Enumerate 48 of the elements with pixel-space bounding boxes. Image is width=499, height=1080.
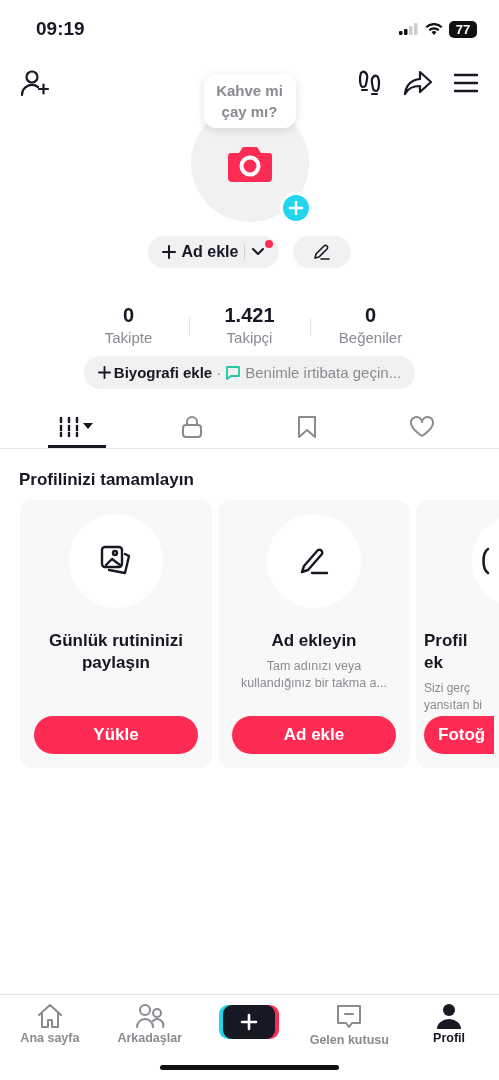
stat-label: Takipte — [104, 329, 153, 346]
lock-icon — [181, 415, 204, 439]
person-icon — [436, 1003, 463, 1029]
share-icon[interactable] — [403, 70, 433, 96]
add-friend-icon[interactable] — [20, 69, 50, 97]
pencil-icon — [313, 243, 332, 261]
card-action-button[interactable]: Fotoğ — [424, 716, 494, 754]
card-action-button[interactable]: Ad ekle — [232, 716, 396, 754]
plus-icon — [161, 245, 176, 259]
signal-icon — [399, 23, 419, 35]
card-title: Profil ek — [424, 630, 469, 674]
add-bio-link[interactable]: Biyografi ekle — [97, 364, 213, 381]
inbox-icon — [335, 1003, 364, 1031]
card-description: Sizi gerç yansıtan bi — [424, 680, 484, 714]
home-icon — [35, 1003, 64, 1029]
stat-label: Takipçi — [226, 329, 273, 346]
chat-icon — [225, 364, 242, 381]
nav-tab[interactable]: Gelen kutusu — [299, 1003, 400, 1047]
add-name-button[interactable]: Ad ekle — [147, 236, 280, 268]
plus-icon — [240, 1013, 259, 1031]
nav-tab[interactable]: Ana sayfa — [0, 1003, 100, 1045]
stat-value: 0 — [364, 304, 377, 327]
card-title: Günlük rutininizi paylaşın — [47, 630, 185, 674]
note-tooltip[interactable]: Kahve mi çay mı? — [203, 74, 296, 128]
wifi-icon — [425, 22, 443, 36]
card-description: Tam adınızı veya kullandığınız bir takma a... — [240, 658, 388, 692]
stat-label: Beğeniler — [338, 329, 403, 346]
chevron-down-icon — [251, 247, 266, 257]
stat-value: 0 — [122, 304, 135, 327]
heart-icon — [408, 416, 435, 438]
section-title: Profilinizi tamamlayın — [19, 470, 195, 490]
status-time: 09:19 — [36, 18, 85, 40]
contact-link[interactable]: Benimle irtibata geçin... — [225, 364, 402, 381]
battery-level: 77 — [449, 20, 477, 38]
photos-icon — [100, 545, 132, 577]
edit-button[interactable] — [293, 236, 352, 268]
card-title: Ad ekleyin — [271, 630, 357, 652]
plus-icon — [97, 366, 111, 379]
separator-dot: · — [216, 364, 222, 381]
nav-tab[interactable]: Arkadaşlar — [99, 1003, 200, 1045]
pencil-icon — [298, 546, 330, 576]
friends-icon — [134, 1003, 165, 1029]
footprints-icon[interactable] — [357, 69, 383, 97]
nav-tab[interactable]: Profil — [399, 1003, 499, 1045]
card-action-button[interactable]: Yükle — [34, 716, 198, 754]
bookmark-icon — [296, 415, 317, 439]
stat-value: 1.421 — [224, 304, 275, 327]
menu-icon[interactable] — [453, 72, 479, 94]
